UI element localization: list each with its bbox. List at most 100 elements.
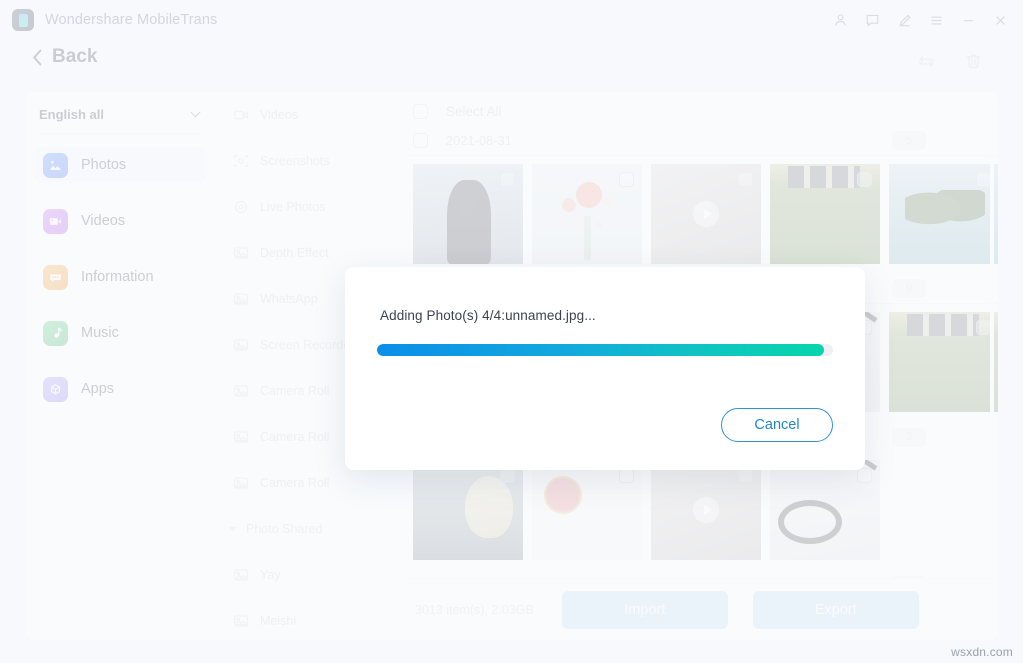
play-icon xyxy=(693,497,719,523)
thumbnail-checkbox[interactable] xyxy=(619,172,634,187)
video-thumbnail[interactable] xyxy=(651,460,761,560)
sidebar-item-photos[interactable]: Photos xyxy=(34,147,206,183)
delete-icon[interactable] xyxy=(964,52,983,76)
photos-icon xyxy=(43,152,68,178)
cancel-button[interactable]: Cancel xyxy=(721,408,833,442)
sidebar-item-label: Information xyxy=(81,269,154,285)
photo-icon xyxy=(234,339,249,351)
folder-label: Screenshots xyxy=(260,154,330,168)
action-bar: 3013 item(s), 2.03GB Import Export xyxy=(405,578,998,640)
refresh-icon[interactable] xyxy=(917,52,936,76)
videos-icon xyxy=(43,208,68,234)
header-bar: Back xyxy=(0,40,1023,92)
thumbnail-checkbox[interactable] xyxy=(857,172,872,187)
thumbnail-checkbox[interactable] xyxy=(976,172,991,187)
watermark: wsxdn.com xyxy=(951,645,1013,659)
thumbnail-checkbox[interactable] xyxy=(738,468,753,483)
sidebar: English all Photos Videos Information Mu… xyxy=(25,92,215,640)
photo-thumbnail[interactable] xyxy=(532,460,642,560)
sidebar-item-label: Apps xyxy=(81,381,115,397)
apps-icon xyxy=(43,376,68,402)
language-label: English all xyxy=(39,107,105,122)
folder-label: Camera Roll xyxy=(260,476,330,490)
photo-icon xyxy=(234,247,249,259)
menu-icon[interactable] xyxy=(921,5,951,35)
sidebar-item-information[interactable]: Information xyxy=(34,259,206,295)
sidebar-item-label: Music xyxy=(81,325,119,341)
date-group-header[interactable]: 2021-08-31 5 xyxy=(405,126,998,156)
folder-item-screenshots[interactable]: Screenshots xyxy=(215,138,405,184)
select-all-checkbox[interactable] xyxy=(413,103,428,119)
account-icon[interactable] xyxy=(825,5,855,35)
thumbnail-checkbox[interactable] xyxy=(619,468,634,483)
minimize-icon[interactable] xyxy=(953,5,983,35)
sidebar-item-label: Videos xyxy=(81,213,126,229)
folder-label: Yay xyxy=(260,568,281,582)
date-count-badge: 9 xyxy=(892,279,926,298)
folder-label: Camera Roll xyxy=(260,430,330,444)
photo-icon xyxy=(234,293,249,305)
play-icon xyxy=(693,201,719,227)
photo-thumbnail[interactable] xyxy=(413,164,523,264)
thumbnail-checkbox[interactable] xyxy=(500,468,515,483)
folder-item-yay[interactable]: Yay xyxy=(215,552,405,598)
select-all-row[interactable]: Select All xyxy=(405,96,998,126)
photo-thumbnail[interactable] xyxy=(532,164,642,264)
app-logo-icon xyxy=(12,9,34,31)
folder-label: Screen Recorder xyxy=(260,338,355,352)
app-window: Wondershare MobileTrans Back English all… xyxy=(0,0,1023,663)
thumbnail-checkbox[interactable] xyxy=(976,320,991,335)
photo-icon xyxy=(234,431,249,443)
edit-icon[interactable] xyxy=(889,5,919,35)
language-select[interactable]: English all xyxy=(39,104,201,134)
music-icon xyxy=(43,320,68,346)
export-button[interactable]: Export xyxy=(752,590,919,629)
date-count-badge: 3 xyxy=(892,427,926,447)
folder-item-meishi[interactable]: Meishi xyxy=(215,598,405,640)
date-count-badge: 5 xyxy=(892,131,926,150)
sidebar-item-music[interactable]: Music xyxy=(34,315,206,351)
photo-thumbnail[interactable] xyxy=(889,164,998,264)
chevron-left-icon xyxy=(33,49,42,65)
sidebar-nav: Photos Videos Information Music Apps xyxy=(25,147,215,407)
photo-icon xyxy=(234,569,249,581)
sidebar-item-label: Photos xyxy=(81,157,127,173)
video-thumbnail[interactable] xyxy=(651,164,761,264)
folder-item-live-photos[interactable]: Live Photos xyxy=(215,184,405,230)
feedback-icon[interactable] xyxy=(857,5,887,35)
photo-thumbnail[interactable] xyxy=(889,312,998,412)
thumbnail-checkbox[interactable] xyxy=(857,468,872,483)
folder-group-photo-shared[interactable]: Photo Shared xyxy=(215,506,405,552)
item-count-label: 3013 item(s), 2.03GB xyxy=(415,602,534,617)
date-group-checkbox[interactable] xyxy=(413,133,428,148)
information-icon xyxy=(43,264,68,290)
progress-dialog: Adding Photo(s) 4/4:unnamed.jpg... Cance… xyxy=(345,267,865,470)
back-button[interactable]: Back xyxy=(32,46,97,68)
folder-label: Meishi xyxy=(260,614,297,628)
folder-label: Photo Shared xyxy=(246,522,323,536)
photo-icon xyxy=(234,385,249,397)
import-button[interactable]: Import xyxy=(561,590,728,629)
screenshot-icon xyxy=(234,155,248,167)
folder-label: Camera Roll xyxy=(260,384,330,398)
photo-thumbnail[interactable] xyxy=(770,460,880,560)
sidebar-item-videos[interactable]: Videos xyxy=(34,203,206,239)
photo-thumbnail[interactable] xyxy=(413,460,523,560)
folder-item-videos[interactable]: Videos xyxy=(215,92,405,138)
vertical-scrollbar[interactable] xyxy=(990,100,994,620)
folder-label: Depth Effect xyxy=(260,246,329,260)
folder-label: Videos xyxy=(260,108,298,122)
chevron-down-icon xyxy=(190,111,201,118)
folder-label: WhatsApp xyxy=(260,292,318,306)
date-label: 2021-08-31 xyxy=(446,133,512,148)
photo-thumbnail[interactable] xyxy=(770,164,880,264)
thumbnail-row xyxy=(405,156,998,264)
close-icon[interactable] xyxy=(985,5,1015,35)
thumbnail-checkbox[interactable] xyxy=(500,172,515,187)
sidebar-item-apps[interactable]: Apps xyxy=(34,371,206,407)
photo-icon xyxy=(234,615,249,627)
header-tools xyxy=(917,52,983,76)
select-all-label: Select All xyxy=(446,103,502,119)
thumbnail-checkbox[interactable] xyxy=(738,172,753,187)
photo-icon xyxy=(234,477,249,489)
